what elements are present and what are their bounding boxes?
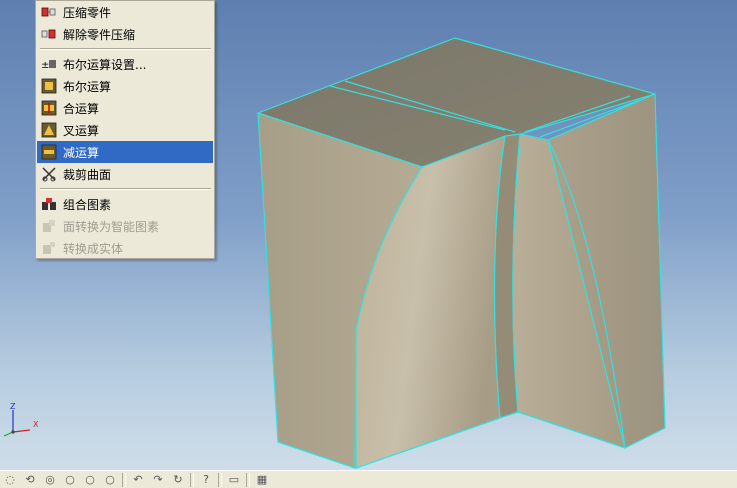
refresh-view-icon[interactable]: ↻: [168, 472, 188, 488]
bottom-toolbar: ◌ ⟲ ◎ ○ ○ ○ ↶ ↷ ↻ ? ▭ ▦: [0, 470, 737, 488]
menu-item-intersect[interactable]: 叉运算: [37, 119, 213, 141]
menu-item-label: 布尔运算设置...: [63, 57, 147, 72]
menu-item-label: 布尔运算: [63, 79, 112, 94]
menu-item-label: 减运算: [63, 145, 100, 160]
trim-surface-icon: [41, 166, 57, 182]
menu-item-label: 组合图素: [63, 197, 112, 212]
context-menu: 压缩零件 解除零件压缩 ± 布尔运算设置... 布尔运算 合运算 叉运算 减运算…: [35, 0, 215, 259]
convert-to-solid-icon: [41, 240, 57, 256]
axis-z-label: Z: [10, 402, 16, 411]
boolean-settings-icon: ±: [41, 56, 57, 72]
menu-item-label: 叉运算: [63, 123, 100, 138]
compress-part-icon: [41, 4, 57, 20]
boolean-icon: [41, 78, 57, 94]
intersect-icon: [41, 122, 57, 138]
toolbar-separator: [122, 472, 126, 487]
menu-item-convert-to-solid[interactable]: 转换成实体: [37, 237, 213, 259]
sketch-icon[interactable]: ▭: [224, 472, 244, 488]
decompress-part-icon: [41, 26, 57, 42]
subtract-icon: [41, 144, 57, 160]
menu-separator: [40, 188, 211, 190]
group-shapes-icon: [41, 196, 57, 212]
face-to-smart-shape-icon: [41, 218, 57, 234]
toolbar-separator: [190, 472, 194, 487]
menu-item-label: 转换成实体: [63, 241, 124, 256]
menu-item-label: 合运算: [63, 101, 100, 116]
toolbar-separator: [246, 472, 250, 487]
solid-body: [257, 37, 666, 469]
axis-x-label: X: [33, 420, 39, 429]
svg-text:±: ±: [41, 60, 49, 71]
menu-item-boolean-settings[interactable]: ± 布尔运算设置...: [37, 53, 213, 75]
zoom-view-icon[interactable]: ○: [60, 472, 80, 488]
menu-item-label: 面转换为智能图素: [63, 219, 160, 234]
menu-item-label: 裁剪曲面: [63, 167, 112, 182]
union-icon: [41, 100, 57, 116]
axis-triad: Z X: [0, 400, 50, 445]
fit-view-icon[interactable]: ○: [100, 472, 120, 488]
orbit-icon[interactable]: ◌: [0, 472, 20, 488]
redo-view-icon[interactable]: ↷: [148, 472, 168, 488]
zoom-window-icon[interactable]: ○: [80, 472, 100, 488]
menu-item-label: 压缩零件: [63, 5, 112, 20]
menu-item-label: 解除零件压缩: [63, 27, 136, 42]
undo-view-icon[interactable]: ↶: [128, 472, 148, 488]
menu-separator: [40, 48, 211, 50]
menu-item-decompress-part[interactable]: 解除零件压缩: [37, 23, 213, 45]
menu-item-subtract[interactable]: 减运算: [37, 141, 213, 163]
help-icon[interactable]: ?: [196, 472, 216, 488]
render-icon[interactable]: ▦: [252, 472, 272, 488]
menu-item-face-to-smart-shape[interactable]: 面转换为智能图素: [37, 215, 213, 237]
axis-triad-icon: [3, 410, 31, 437]
pan-view-icon[interactable]: ◎: [40, 472, 60, 488]
rotate-view-icon[interactable]: ⟲: [20, 472, 40, 488]
menu-item-union[interactable]: 合运算: [37, 97, 213, 119]
menu-item-compress-part[interactable]: 压缩零件: [37, 1, 213, 23]
menu-item-group-shapes[interactable]: 组合图素: [37, 193, 213, 215]
menu-item-trim-surface[interactable]: 裁剪曲面: [37, 163, 213, 185]
menu-item-boolean[interactable]: 布尔运算: [37, 75, 213, 97]
toolbar-separator: [218, 472, 222, 487]
